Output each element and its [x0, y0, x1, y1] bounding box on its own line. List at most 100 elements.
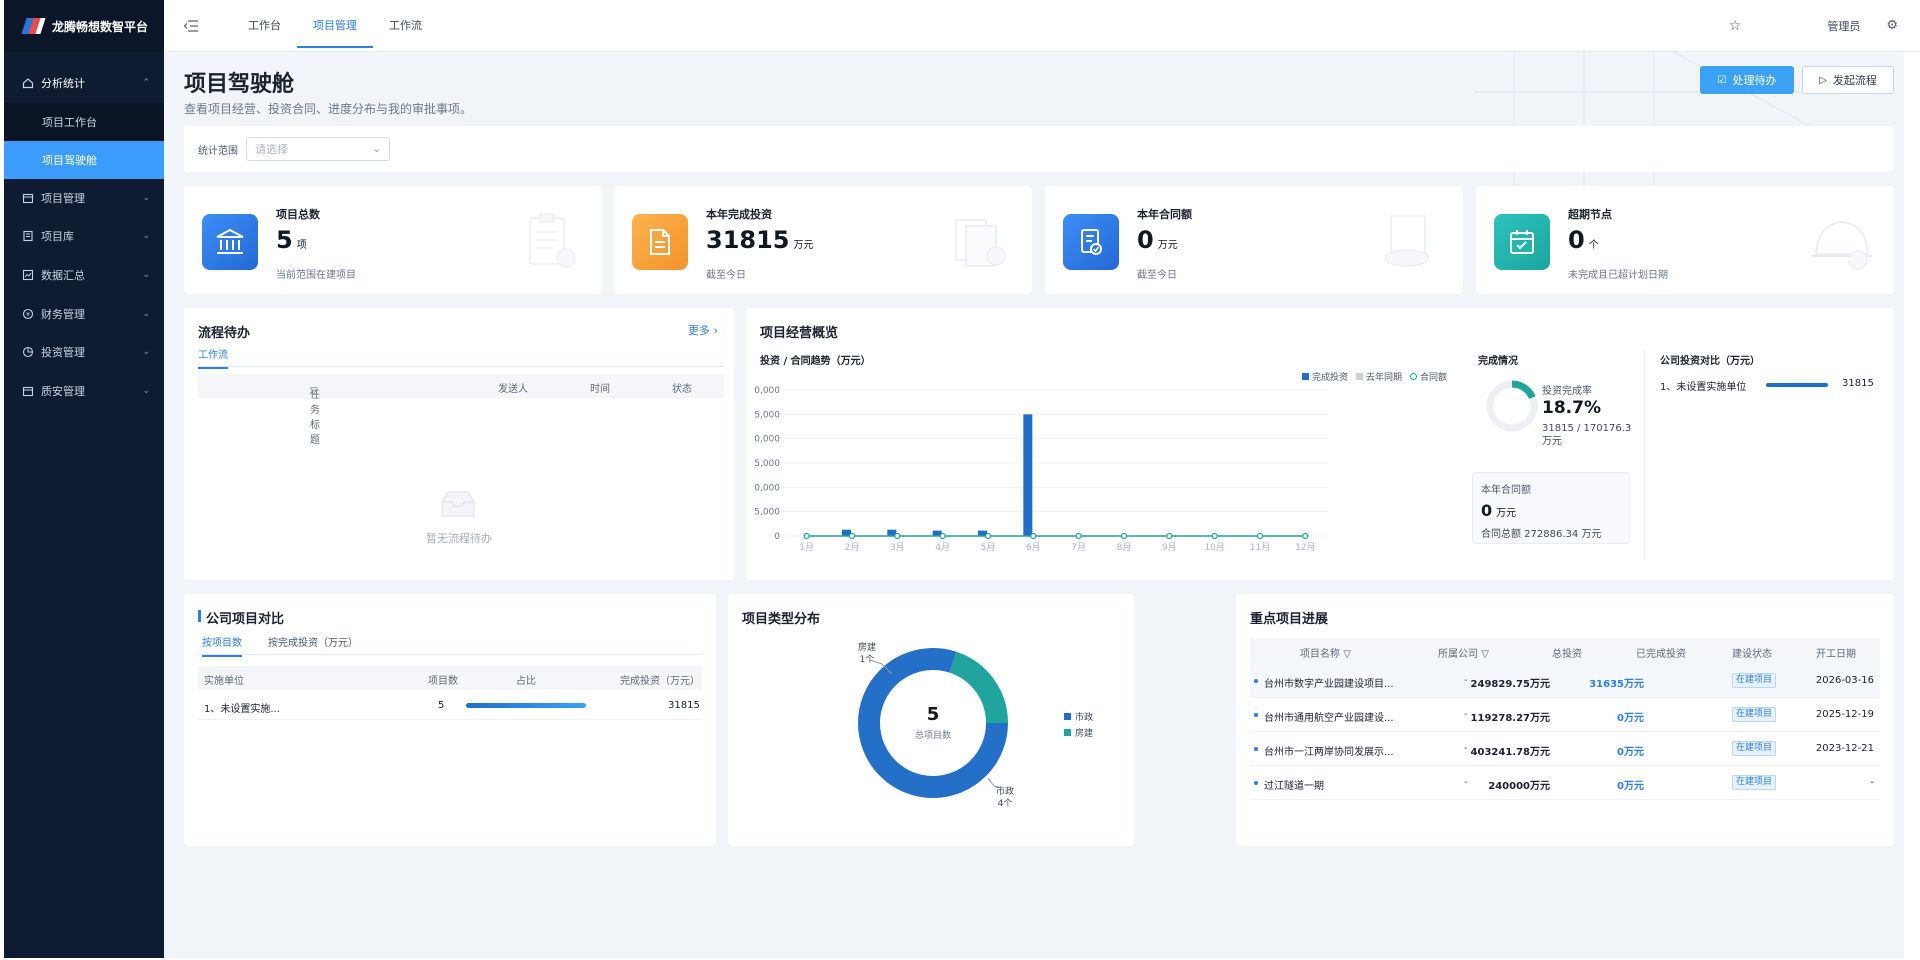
app-title: 龙腾畅想数智平台 [52, 19, 149, 34]
sidebar-item-project-management[interactable]: 项目管理 ⌄ [4, 179, 164, 218]
table-row[interactable]: 1、未设置实施... 5 31815 [198, 690, 702, 720]
sidebar-item-finance[interactable]: ¥ 财务管理 ⌄ [4, 294, 164, 333]
company-invest-value: 31815 [1842, 378, 1874, 389]
main-content: 项目驾驶舱 查看项目经营、投资合同、进度分布与我的审批事项。 ☑ 处理待办 ▷ … [164, 52, 1904, 958]
completion-title: 完成情况 [1478, 356, 1518, 367]
clipboard-illustration-icon [529, 213, 576, 268]
project-done: 0万元 [1617, 747, 1644, 758]
chevron-down-icon: ⌄ [372, 143, 381, 155]
project-date: 2025-12-19 [1815, 709, 1874, 720]
svg-text:¥: ¥ [26, 311, 30, 318]
scope-label: 统计范围 [198, 145, 238, 157]
x-tick-label: 5月 [981, 542, 996, 553]
project-done: 0万元 [1617, 713, 1644, 724]
sidebar-item-data-summary[interactable]: 数据汇总 ⌄ [4, 256, 164, 295]
trend-chart: 0 5,000 0,000 5,000 0,000 5,000 0,000 1月 2月 3月 4月 5… [754, 386, 1328, 553]
table-row[interactable]: 过江隧道一期 - 240000万元 0万元 在建项目 - [1250, 766, 1880, 800]
type-dist-title: 项目类型分布 [742, 612, 821, 627]
project-name[interactable]: 台州市通用航空产业园建设... [1264, 709, 1394, 724]
rate-detail: 31815 / 170176.3 万元 [1542, 423, 1632, 447]
row-count: 5 [438, 700, 445, 711]
col-count: 项目数 [428, 676, 458, 687]
chevron-down-icon: ⌄ [142, 231, 150, 242]
legend-contract[interactable]: 合同额 [1420, 370, 1447, 383]
handshake-illustration-icon [1384, 215, 1430, 267]
donut-legend: 市政 房建 [1064, 710, 1093, 742]
legend-item-municipal[interactable]: 市政 [1064, 710, 1093, 726]
filter-icon: ▽ [310, 386, 318, 397]
chevron-down-icon: ⌄ [142, 308, 150, 319]
table-row[interactable]: 台州市通用航空产业园建设... -119278.27万元 0万元 在建项目 2025-1… [1250, 698, 1880, 732]
calendar-icon [22, 385, 34, 397]
legend-item-building[interactable]: 房建 [1064, 726, 1093, 742]
x-tick-label: 11月 [1250, 542, 1270, 553]
sidebar-item-project-library[interactable]: 项目库 ⌄ [4, 217, 164, 256]
star-icon[interactable]: ☆ [1729, 18, 1742, 34]
tab-workbench[interactable]: 工作台 [232, 4, 297, 48]
calendar-check-icon [1494, 214, 1550, 270]
key-projects-body: 台州市数字产业园建设项目... -249829.75万元 31635万元 在建项目 20… [1250, 664, 1880, 800]
chart-box-icon [22, 269, 34, 281]
menu-fold-icon[interactable] [182, 17, 200, 35]
project-company: - [1464, 743, 1468, 754]
divider [1644, 350, 1645, 560]
tab-workflow[interactable]: 工作流 [373, 4, 438, 48]
pie-icon [22, 346, 34, 358]
ratio-bar [466, 703, 586, 708]
company-table-header: 实施单位 项目数 占比 完成投资（万元） [198, 666, 702, 690]
sidebar-item-quality-safety[interactable]: 质安管理 ⌄ [4, 372, 164, 411]
y-tick-label: 0,000 [754, 483, 780, 493]
bullet-icon [1254, 747, 1258, 751]
tab-project-management[interactable]: 项目管理 [297, 4, 373, 48]
stat-card-annual-contract: 本年合同额 0 万元 截至今日 [1045, 186, 1463, 294]
app-logo[interactable]: 龙腾畅想数智平台 [4, 0, 164, 52]
sidebar-item-analysis[interactable]: 分析统计 ⌃ [4, 64, 164, 103]
start-flow-button[interactable]: ▷ 发起流程 [1802, 66, 1894, 94]
stat-title: 项目总数 [276, 208, 320, 221]
point-contract [1256, 532, 1264, 540]
play-circle-icon: ▷ [1819, 74, 1827, 86]
col-company[interactable]: 所属公司 ▽ [1438, 645, 1489, 660]
status-badge: 在建项目 [1732, 741, 1777, 756]
table-row[interactable]: 台州市数字产业园建设项目... -249829.75万元 31635万元 在建项目 20… [1250, 664, 1880, 698]
contract-label: 本年合同额 [1481, 485, 1531, 496]
user-name[interactable]: 管理员 [1827, 18, 1860, 34]
sidebar-item-label: 投资管理 [41, 346, 85, 360]
point-contract [1030, 532, 1037, 540]
sidebar-item-project-cockpit[interactable]: 项目驾驶舱 [4, 140, 164, 179]
filter-bar: 统计范围 请选择 ⌄ [184, 126, 1894, 172]
more-link[interactable]: 更多 › [688, 322, 718, 338]
process-pending-button[interactable]: ☑ 处理待办 [1700, 66, 1794, 94]
stat-card-annual-investment: 本年完成投资 31815 万元 截至今日 [614, 186, 1032, 294]
project-overview-card: 项目经营概览 投资 / 合同趋势（万元） 完成投资 去年同期 合同额 0 5,00… [746, 308, 1894, 580]
project-done: 0万元 [1617, 781, 1644, 792]
project-date: 2023-12-21 [1815, 743, 1874, 754]
scope-select[interactable]: 请选择 ⌄ [246, 137, 390, 161]
x-tick-label: 10月 [1204, 542, 1224, 553]
contract-total: 合同总额 272886.34 万元 [1481, 529, 1602, 540]
bullet-icon [1254, 781, 1258, 785]
project-name[interactable]: 过江隧道一期 [1264, 777, 1324, 792]
brand-logo-icon [21, 17, 46, 35]
sidebar-item-project-workbench[interactable]: 项目工作台 [4, 102, 164, 141]
point-contract [803, 532, 810, 540]
contract-icon [1063, 214, 1119, 270]
sidebar: 龙腾畅想数智平台 分析统计 ⌃ 项目工作台 项目驾驶舱 项目管理 ⌄ 项目库 ⌄… [4, 0, 164, 958]
project-total: 240000万元 [1488, 781, 1550, 792]
table-row[interactable]: 台州市一江两岸协同发展示... -403241.78万元 0万元 在建项目 2023-1… [1250, 732, 1880, 766]
project-name[interactable]: 台州市一江两岸协同发展示... [1264, 743, 1394, 758]
checkbox-icon: ☑ [1717, 74, 1727, 86]
project-name[interactable]: 台州市数字产业园建设项目... [1264, 675, 1394, 690]
gear-icon[interactable]: ⚙ [1886, 18, 1898, 33]
legend-last-year[interactable]: 去年同期 [1366, 370, 1402, 383]
stat-card-overdue-nodes: 超期节点 0个 未完成且已超计划日期 [1476, 186, 1894, 294]
legend-swatch-contract [1410, 373, 1418, 380]
sidebar-item-label: 数据汇总 [41, 269, 85, 283]
home-icon [22, 77, 34, 89]
stat-value: 31815 万元 [706, 226, 814, 254]
point-contract [1166, 532, 1173, 540]
col-project-name[interactable]: 项目名称 ▽ [1300, 645, 1351, 660]
sidebar-item-investment[interactable]: 投资管理 ⌄ [4, 333, 164, 372]
stat-value: 0 万元 [1137, 226, 1178, 254]
tab-by-invest[interactable]: 按完成投资（万元） [268, 634, 358, 649]
